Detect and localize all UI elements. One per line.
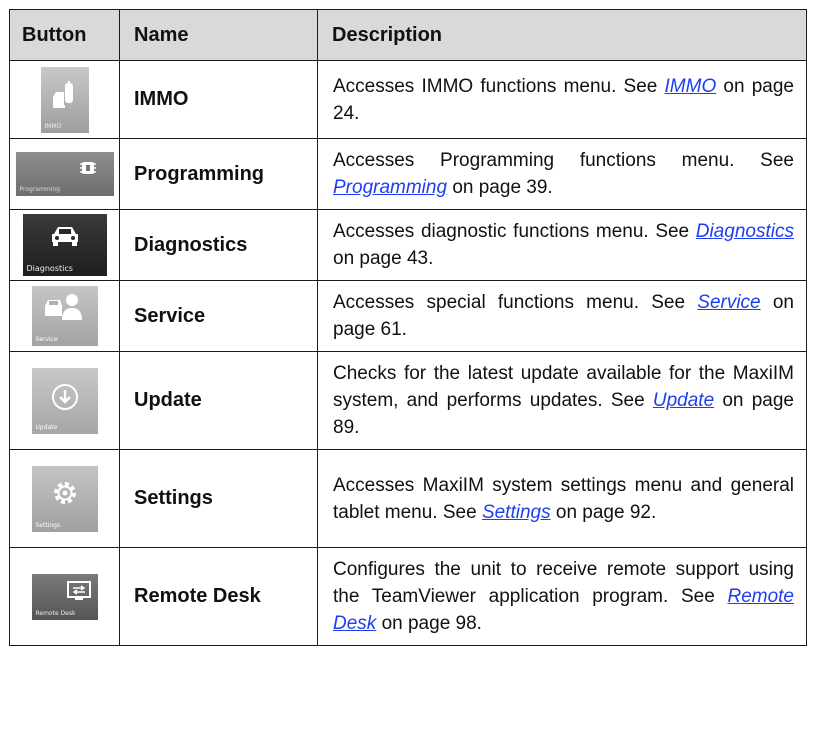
link-update[interactable]: Update — [653, 390, 714, 411]
gear-icon — [53, 481, 76, 504]
immo-tile: IMMO — [40, 66, 89, 133]
tile-caption: Diagnostics — [26, 264, 73, 273]
car-mechanic-icon — [44, 294, 82, 320]
link-settings[interactable]: Settings — [482, 502, 551, 523]
row-description: Accesses MaxiIM system settings menu and… — [317, 449, 807, 548]
button-cell: Settings — [9, 449, 120, 548]
tile-caption: Update — [35, 423, 58, 431]
button-cell: Service — [9, 280, 120, 352]
table-row: IMMO IMMO Accesses IMMO functions menu. … — [9, 60, 807, 139]
diagnostics-tile: Diagnostics — [22, 214, 107, 276]
tile-caption: Programming — [19, 186, 60, 193]
table-row: Programming Programming Accesses Program… — [9, 138, 807, 210]
row-name: Settings — [119, 449, 318, 548]
settings-tile: Settings — [31, 465, 98, 532]
tile-caption: IMMO — [44, 122, 62, 130]
row-description: Accesses Programming functions menu. See… — [317, 138, 807, 210]
chip-icon — [79, 162, 96, 174]
car-key-fob-icon — [52, 80, 73, 108]
header-name: Name — [119, 9, 318, 61]
programming-tile: Programming — [15, 152, 114, 196]
remote-desk-tile: Remote Desk — [31, 573, 98, 620]
car-front-icon — [51, 227, 78, 246]
button-cell: IMMO — [9, 60, 120, 139]
button-cell: Remote Desk — [9, 547, 120, 646]
table-header-row: Button Name Description — [9, 9, 807, 61]
row-description: Accesses IMMO functions menu. See IMMO o… — [317, 60, 807, 139]
tile-caption: Service — [35, 336, 58, 343]
table-row: Diagnostics Diagnostics Accesses diagnos… — [9, 209, 807, 281]
header-button: Button — [9, 9, 120, 61]
download-circle-icon — [51, 383, 78, 410]
remote-screen-icon — [66, 580, 91, 600]
button-cell: Diagnostics — [9, 209, 120, 281]
tile-caption: Remote Desk — [35, 609, 76, 617]
table-row: Remote Desk Remote Desk Configures the u… — [9, 547, 807, 646]
row-name: Diagnostics — [119, 209, 318, 281]
link-diagnostics[interactable]: Diagnostics — [696, 221, 794, 242]
tile-caption: Settings — [35, 521, 61, 529]
link-immo[interactable]: IMMO — [665, 76, 717, 97]
row-description: Accesses special functions menu. See Ser… — [317, 280, 807, 352]
button-reference-table: Button Name Description IMMO IMMO Access… — [9, 9, 807, 646]
row-description: Accesses diagnostic functions menu. See … — [317, 209, 807, 281]
header-description: Description — [317, 9, 807, 61]
link-service[interactable]: Service — [697, 292, 760, 313]
row-name: Update — [119, 351, 318, 450]
table-row: Service Service Accesses special functio… — [9, 280, 807, 352]
button-cell: Update — [9, 351, 120, 450]
table-row: Update Update Checks for the latest upda… — [9, 351, 807, 450]
row-name: Programming — [119, 138, 318, 210]
table-row: Settings Settings Accesses MaxiIM system… — [9, 449, 807, 548]
row-description: Configures the unit to receive remote su… — [317, 547, 807, 646]
update-tile: Update — [31, 367, 98, 434]
row-description: Checks for the latest update available f… — [317, 351, 807, 450]
row-name: Service — [119, 280, 318, 352]
service-tile: Service — [31, 286, 98, 346]
link-programming[interactable]: Programming — [333, 177, 447, 198]
row-name: IMMO — [119, 60, 318, 139]
row-name: Remote Desk — [119, 547, 318, 646]
button-cell: Programming — [9, 138, 120, 210]
